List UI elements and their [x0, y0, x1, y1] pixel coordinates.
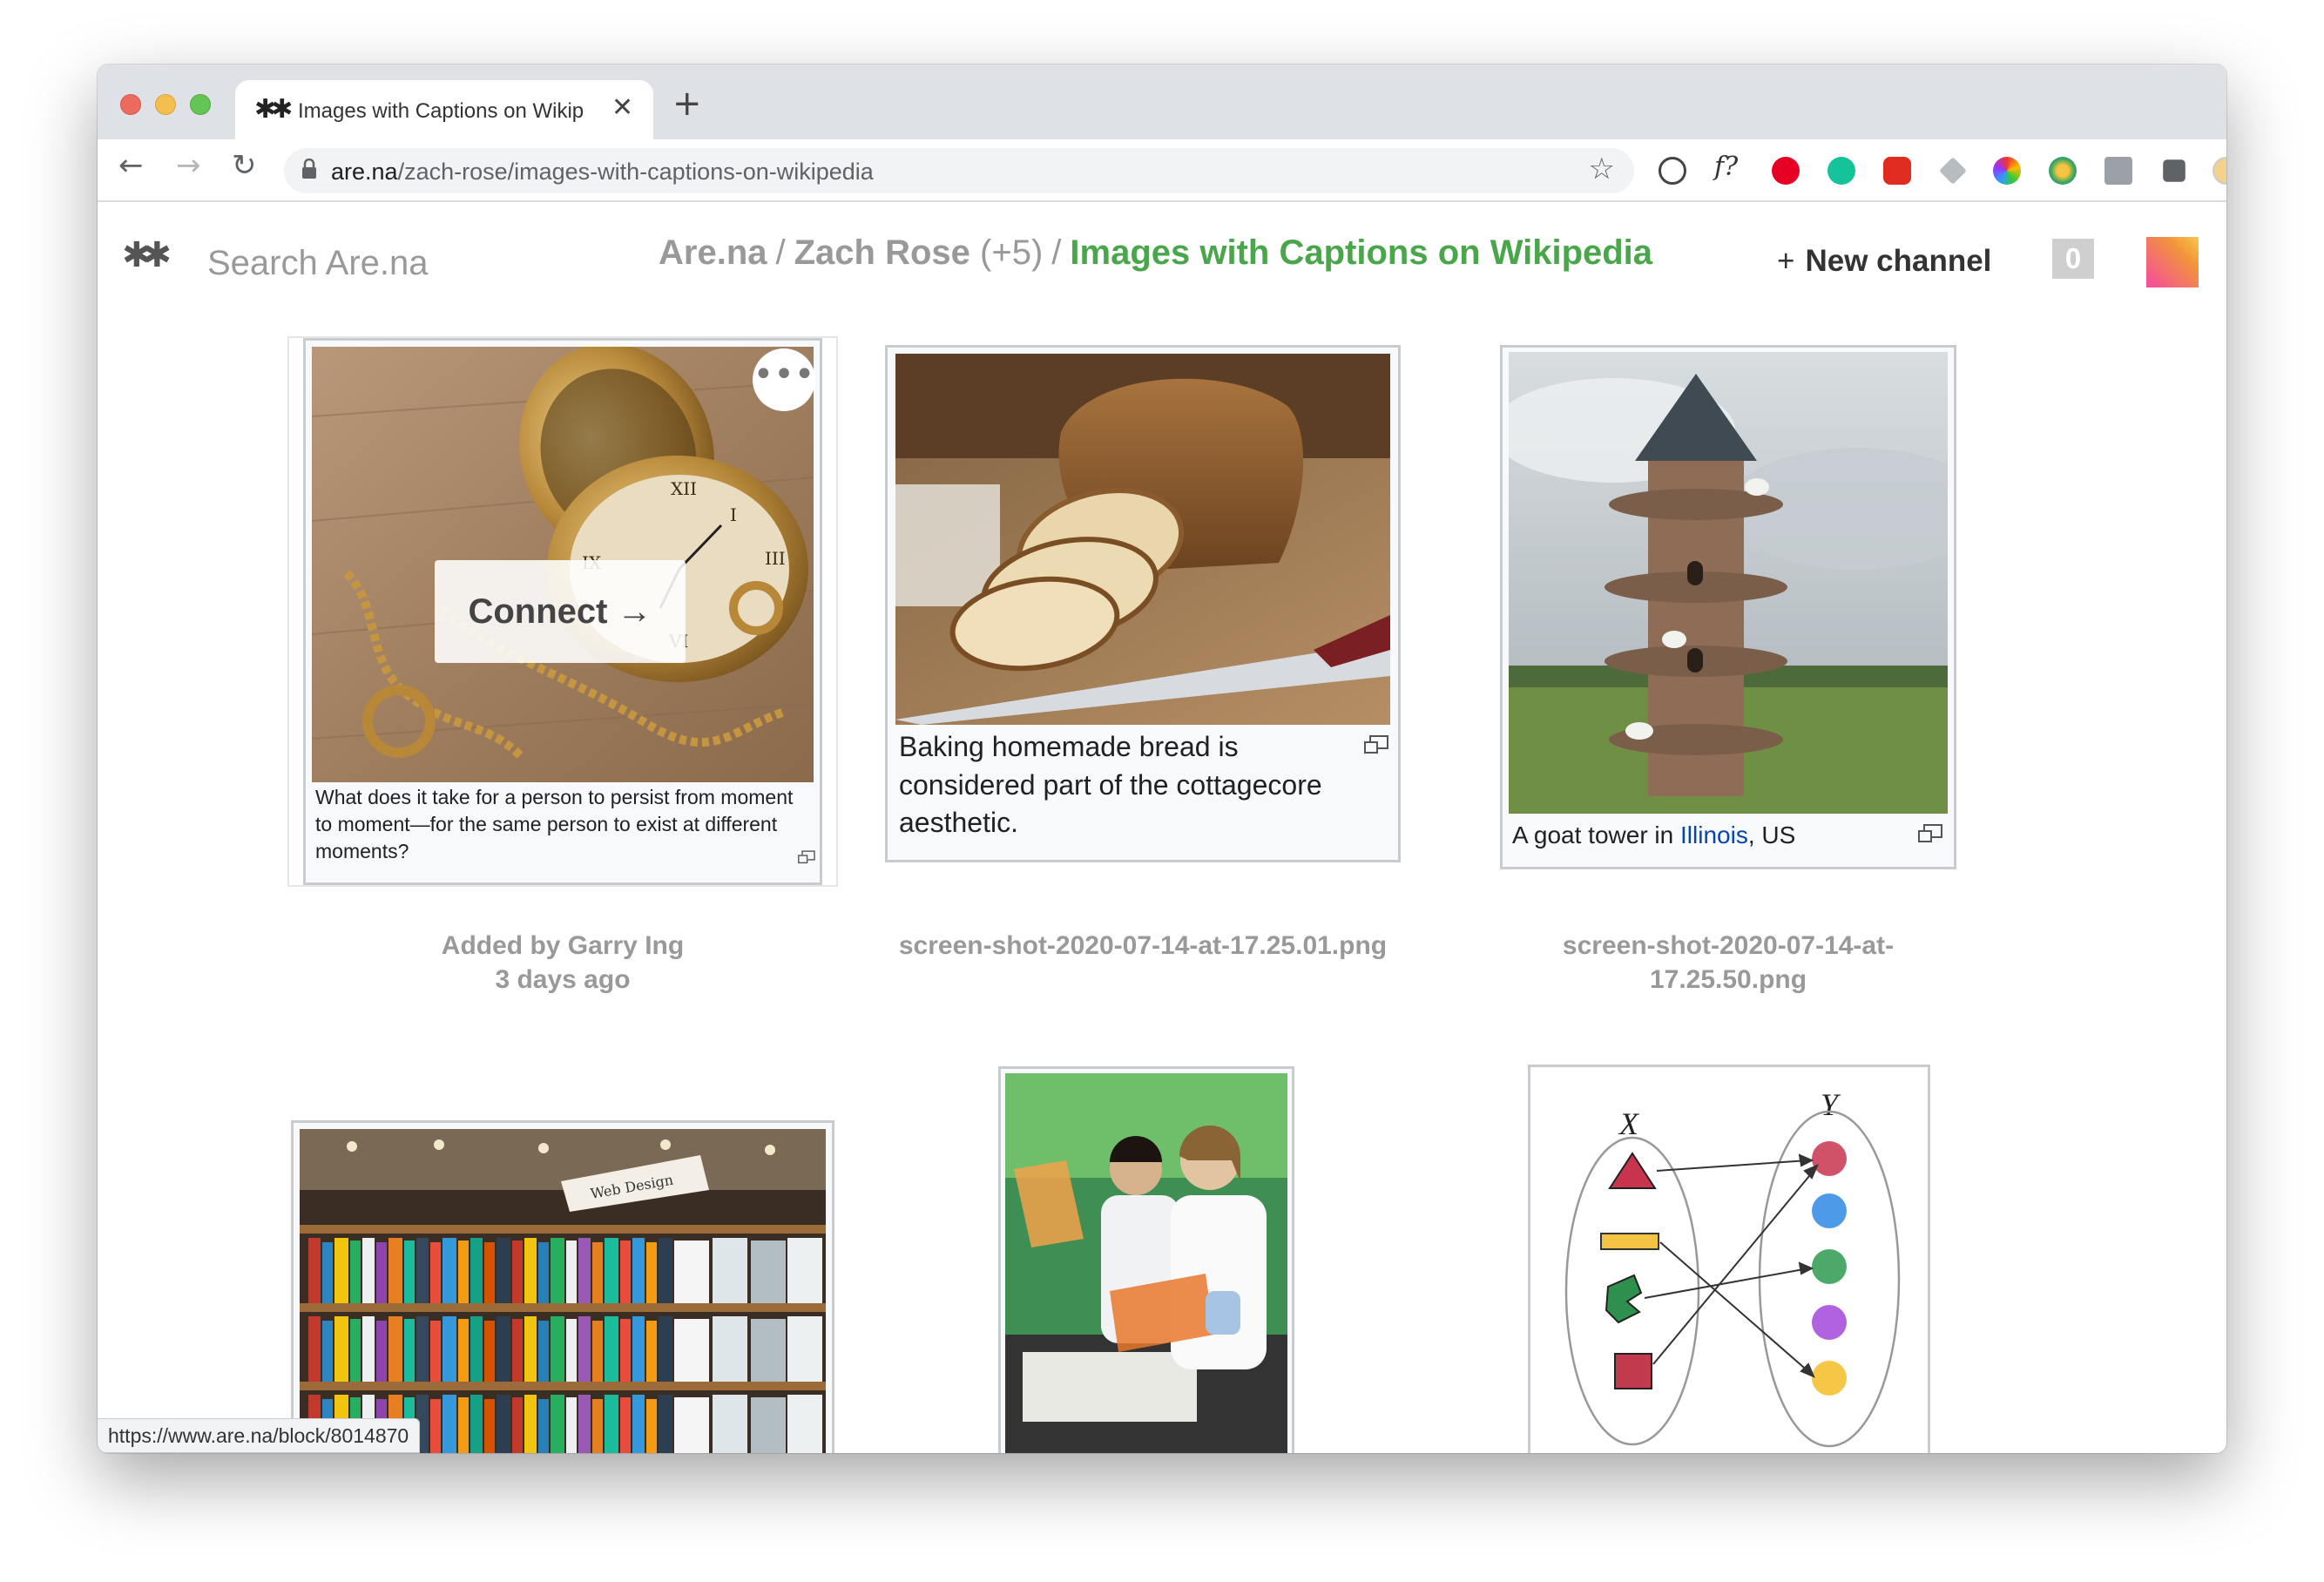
svg-text:XII: XII	[671, 478, 697, 499]
notification-count-badge[interactable]: 0	[2052, 239, 2094, 279]
block-added-by[interactable]: Added by Garry Ing	[287, 929, 838, 963]
url-path: /zach-rose/images-with-captions-on-wikip…	[397, 159, 874, 185]
breadcrumb-root[interactable]: Are.na	[659, 233, 767, 272]
close-window-button[interactable]	[120, 94, 141, 115]
caption-link-illinois[interactable]: Illinois	[1680, 821, 1748, 848]
chrome-extension-icon[interactable]	[2049, 157, 2077, 185]
diagram-label-x: X	[1618, 1106, 1640, 1141]
browser-status-bar: https://www.are.na/block/8014870	[98, 1418, 421, 1453]
block-more-options-button[interactable]: •••	[753, 348, 815, 411]
caption-text: , US	[1747, 821, 1796, 848]
adblock-extension-icon[interactable]	[1883, 157, 1911, 185]
address-bar[interactable]: are.na/zach-rose/images-with-captions-on…	[284, 148, 1634, 193]
svg-text:I: I	[730, 504, 737, 525]
onepassword-extension-icon[interactable]	[1659, 157, 1686, 185]
block-filename[interactable]: screen-shot-2020-07-14-at-17.25.50.png	[1491, 929, 1965, 997]
set-mapping-diagram: X Y	[1537, 1073, 1922, 1453]
block-meta: screen-shot-2020-07-14-at-17.25.50.png	[1491, 929, 1965, 997]
goat-tower-image	[1509, 352, 1948, 814]
block-caption: Baking homemade bread is considered part…	[899, 731, 1322, 839]
channel-block[interactable]: XIIIIIIVIIX Connect → What does it take …	[287, 336, 838, 887]
breadcrumb-channel[interactable]: Images with Captions on Wikipedia	[1070, 233, 1652, 272]
block-caption: A goat tower in Illinois, US	[1512, 819, 1913, 852]
tab-title: Images with Captions on Wikip	[298, 99, 584, 123]
maximize-window-button[interactable]	[190, 94, 211, 115]
breadcrumb-separator: /	[775, 233, 786, 272]
block-meta: screen-shot-2020-07-14-at-17.25.01.png	[885, 929, 1401, 963]
arena-header: ✱✱ Search Are.na Are.na / Zach Rose (+5) / I…	[98, 202, 2226, 298]
block-meta: Added by Garry Ing 3 days ago	[287, 929, 838, 997]
reload-icon[interactable]: ↻	[232, 148, 257, 183]
pinterest-extension-icon[interactable]	[1772, 157, 1800, 185]
search-input[interactable]: Search Are.na	[207, 244, 429, 283]
plus-icon: +	[1777, 244, 1795, 278]
browser-toolbar: ← → ↻ are.na/zach-rose/images-with-capti…	[98, 139, 2226, 202]
font-finder-extension-icon[interactable]: f?	[1714, 152, 1742, 182]
minimize-window-button[interactable]	[155, 94, 176, 115]
color-picker-extension-icon[interactable]	[1993, 157, 2021, 185]
enlarge-icon	[1364, 735, 1388, 754]
breadcrumb-user[interactable]: Zach Rose	[794, 233, 970, 272]
channel-block[interactable]: A goat tower in Illinois, US	[1500, 345, 1956, 869]
channel-block[interactable]: Baking homemade bread is considered part…	[885, 345, 1401, 862]
block-timestamp: 3 days ago	[495, 965, 631, 994]
breadcrumb: Are.na / Zach Rose (+5) / Images with Captio…	[659, 233, 1652, 273]
arena-logo-icon[interactable]: ✱✱	[122, 235, 172, 275]
forward-icon[interactable]: →	[176, 148, 201, 183]
new-tab-button[interactable]: +	[672, 84, 702, 124]
profile-avatar[interactable]	[2213, 157, 2226, 185]
enlarge-icon	[1918, 824, 1942, 842]
caption-text: A goat tower in	[1512, 821, 1681, 848]
arena-extension-icon[interactable]	[2104, 157, 2132, 185]
breadcrumb-separator: /	[1051, 233, 1062, 272]
tab-close-icon[interactable]: ✕	[611, 92, 633, 123]
url-text: are.na/zach-rose/images-with-captions-on…	[331, 159, 874, 186]
extensions-puzzle-icon[interactable]	[2163, 159, 2186, 182]
dropbox-extension-icon[interactable]	[1939, 157, 1967, 185]
browser-window: ✱✱ Images with Captions on Wikip ✕ + ← →…	[98, 64, 2226, 1453]
bookmark-star-icon[interactable]: ☆	[1589, 152, 1615, 186]
tab-strip: ✱✱ Images with Captions on Wikip ✕ +	[98, 64, 2226, 139]
channel-block[interactable]	[998, 1066, 1294, 1453]
browser-tab-active[interactable]: ✱✱ Images with Captions on Wikip ✕	[235, 80, 653, 139]
lab-scientists-image	[1005, 1073, 1287, 1453]
new-channel-label: New channel	[1805, 244, 1992, 278]
enlarge-icon	[798, 850, 815, 864]
arena-favicon-icon: ✱✱	[254, 94, 293, 125]
bread-image	[895, 354, 1390, 725]
block-filename[interactable]: screen-shot-2020-07-14-at-17.25.01.png	[885, 929, 1401, 963]
url-host: are.na	[331, 159, 398, 185]
user-avatar[interactable]	[2146, 237, 2199, 287]
channel-block[interactable]: X Y	[1528, 1065, 1930, 1453]
svg-text:III: III	[765, 548, 786, 569]
new-channel-button[interactable]: + New channel	[1777, 244, 1991, 279]
connect-button[interactable]: Connect →	[435, 560, 686, 663]
grammarly-extension-icon[interactable]	[1827, 157, 1855, 185]
back-icon[interactable]: ←	[118, 148, 144, 183]
bookstore-image: Web Design	[300, 1129, 826, 1453]
lock-icon	[302, 159, 316, 179]
breadcrumb-collaborator-count[interactable]: (+5)	[980, 233, 1043, 272]
block-caption: What does it take for a person to persis…	[315, 786, 794, 863]
channel-block[interactable]: Web Design	[291, 1120, 834, 1453]
